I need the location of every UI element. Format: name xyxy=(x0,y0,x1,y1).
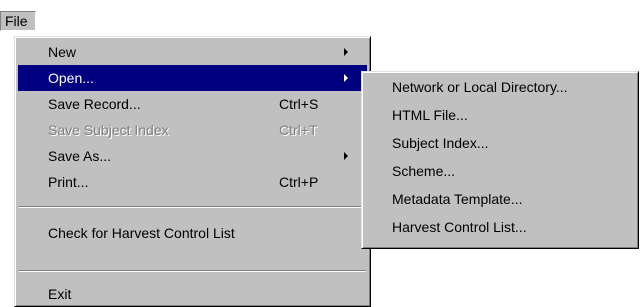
submenu-item-scheme[interactable]: Scheme... xyxy=(365,158,635,184)
submenu-item-html-file[interactable]: HTML File... xyxy=(365,102,635,128)
menu-bar: File xyxy=(0,8,642,32)
submenu-arrow-icon xyxy=(344,74,348,82)
menu-item-new[interactable]: New xyxy=(18,39,367,65)
menu-item-print[interactable]: Print... Ctrl+P xyxy=(18,169,367,195)
submenu-item-harvest-control-list[interactable]: Harvest Control List... xyxy=(365,214,635,240)
submenu-item-subject-index[interactable]: Subject Index... xyxy=(365,130,635,156)
submenu-arrow-icon xyxy=(344,152,348,160)
menu-item-label: Harvest Control List... xyxy=(392,219,527,235)
menu-item-label: Save As... xyxy=(48,148,112,164)
menu-item-save-subject-index: Save Subject Index Ctrl+T xyxy=(18,117,367,143)
menu-item-label: Metadata Template... xyxy=(392,191,523,207)
open-submenu: Network or Local Directory... HTML File.… xyxy=(361,71,639,249)
menu-item-label: New xyxy=(48,44,77,60)
submenu-arrow-icon xyxy=(344,48,348,56)
menu-item-save-as[interactable]: Save As... xyxy=(18,143,367,169)
menu-item-label: Network or Local Directory... xyxy=(392,79,568,95)
menu-separator xyxy=(19,206,366,208)
menu-item-label: Scheme... xyxy=(392,163,456,179)
menu-item-label: Print... xyxy=(48,174,89,190)
submenu-item-network-or-local-directory[interactable]: Network or Local Directory... xyxy=(365,74,635,100)
menu-item-save-record[interactable]: Save Record... Ctrl+S xyxy=(18,91,367,117)
menu-item-shortcut: Ctrl+S xyxy=(279,96,319,112)
menu-separator xyxy=(19,270,366,272)
menu-item-open[interactable]: Open... xyxy=(18,65,367,91)
menu-item-label: Save Subject Index xyxy=(48,122,169,138)
file-menu-button[interactable]: File xyxy=(0,11,36,31)
menu-item-label: HTML File... xyxy=(392,107,468,123)
menu-item-exit[interactable]: Exit xyxy=(18,281,367,307)
menu-item-shortcut: Ctrl+T xyxy=(279,122,318,138)
menu-item-shortcut: Ctrl+P xyxy=(279,174,319,190)
menu-item-label: Open... xyxy=(48,70,94,86)
menu-item-label: Save Record... xyxy=(48,96,141,112)
menu-item-label: Exit xyxy=(48,286,72,302)
file-menu: New Open... Save Record... Ctrl+S Save S… xyxy=(14,36,371,307)
submenu-item-metadata-template[interactable]: Metadata Template... xyxy=(365,186,635,212)
menu-item-check-harvest-control-list[interactable]: Check for Harvest Control List xyxy=(18,220,367,246)
menu-item-label: Subject Index... xyxy=(392,135,489,151)
menu-item-label: Check for Harvest Control List xyxy=(48,225,235,241)
